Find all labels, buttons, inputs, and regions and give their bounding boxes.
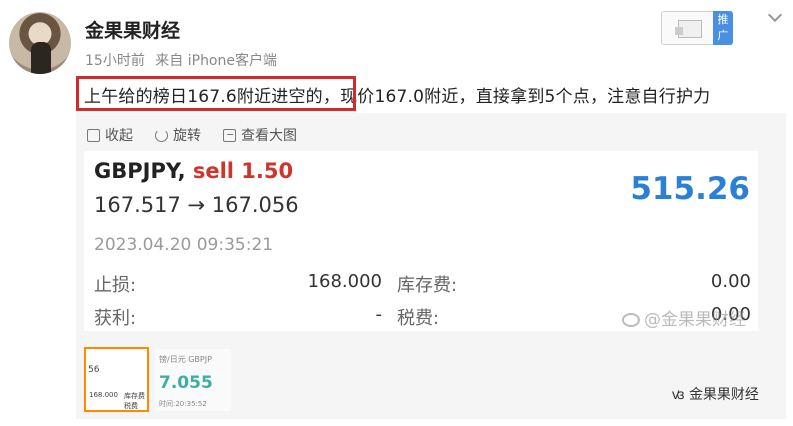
trade-datetime: 2023.04.20 09:35:21 bbox=[94, 235, 274, 255]
image-action-bar: 收起 旋转 查看大图 bbox=[87, 125, 297, 145]
view-large-button[interactable]: 查看大图 bbox=[223, 125, 297, 145]
stop-loss-label: 止损: bbox=[94, 275, 137, 296]
symbol-text: GBPJPY, bbox=[94, 159, 186, 183]
trade-profit: 515.26 bbox=[630, 171, 750, 207]
tax-label: 税费: bbox=[397, 308, 440, 329]
view-large-label: 查看大图 bbox=[241, 128, 297, 144]
bottom-watermark-text: 金果果财经 bbox=[688, 387, 759, 403]
weibo-logo-icon: ꟃ bbox=[672, 387, 685, 403]
thumb1-text-c: 库存费 bbox=[124, 392, 145, 400]
thumbnail-2[interactable]: 镑/日元 GBPJP 7.055 时间:20:35:52 bbox=[155, 349, 231, 411]
promo-badge: 推广 bbox=[713, 11, 733, 45]
image-icon bbox=[223, 128, 236, 142]
username[interactable]: 金果果财经 bbox=[85, 16, 180, 43]
collapse-label: 收起 bbox=[105, 128, 133, 144]
avatar[interactable] bbox=[9, 12, 71, 74]
trade-symbol: GBPJPY, sell 1.50 bbox=[94, 159, 293, 183]
swap-label: 库存费: bbox=[397, 275, 458, 296]
chevron-down-icon[interactable] bbox=[767, 7, 783, 23]
collapse-button[interactable]: 收起 bbox=[87, 125, 133, 145]
thumbnail-1[interactable]: 56 168.000 库存费 税费 bbox=[84, 347, 149, 412]
watermark-text: @金果果财经 bbox=[644, 310, 746, 330]
bottom-watermark: ꟃ 金果果财经 bbox=[672, 384, 759, 404]
rotate-icon bbox=[155, 128, 168, 142]
thumb2-title: 镑/日元 GBPJP bbox=[159, 355, 212, 364]
thumb1-text-b: 168.000 bbox=[89, 391, 118, 399]
weibo-icon bbox=[622, 313, 640, 327]
highlight-box bbox=[76, 76, 356, 111]
thumb1-text-d: 税费 bbox=[124, 402, 138, 410]
take-profit-value: - bbox=[375, 304, 383, 325]
collapse-icon bbox=[87, 128, 100, 142]
thumb2-value: 7.055 bbox=[159, 373, 213, 393]
post-source: 来自 iPhone客户端 bbox=[155, 53, 277, 69]
trade-side: sell 1.50 bbox=[192, 159, 294, 183]
post-time[interactable]: 15小时前 bbox=[85, 53, 145, 69]
trade-screenshot[interactable]: GBPJPY, sell 1.50 167.517 → 167.056 515.… bbox=[84, 151, 758, 331]
price-move: 167.517 → 167.056 bbox=[94, 193, 299, 217]
image-watermark: @金果果财经 bbox=[622, 305, 746, 330]
stop-loss-value: 168.000 bbox=[307, 271, 382, 292]
rotate-button[interactable]: 旋转 bbox=[155, 125, 201, 145]
take-profit-label: 获利: bbox=[94, 308, 137, 329]
swap-value: 0.00 bbox=[710, 271, 751, 292]
post-meta: 15小时前 来自 iPhone客户端 bbox=[85, 50, 283, 70]
thumb1-text-a: 56 bbox=[88, 365, 100, 375]
rotate-label: 旋转 bbox=[173, 128, 201, 144]
thumb2-time: 时间:20:35:52 bbox=[159, 400, 207, 408]
